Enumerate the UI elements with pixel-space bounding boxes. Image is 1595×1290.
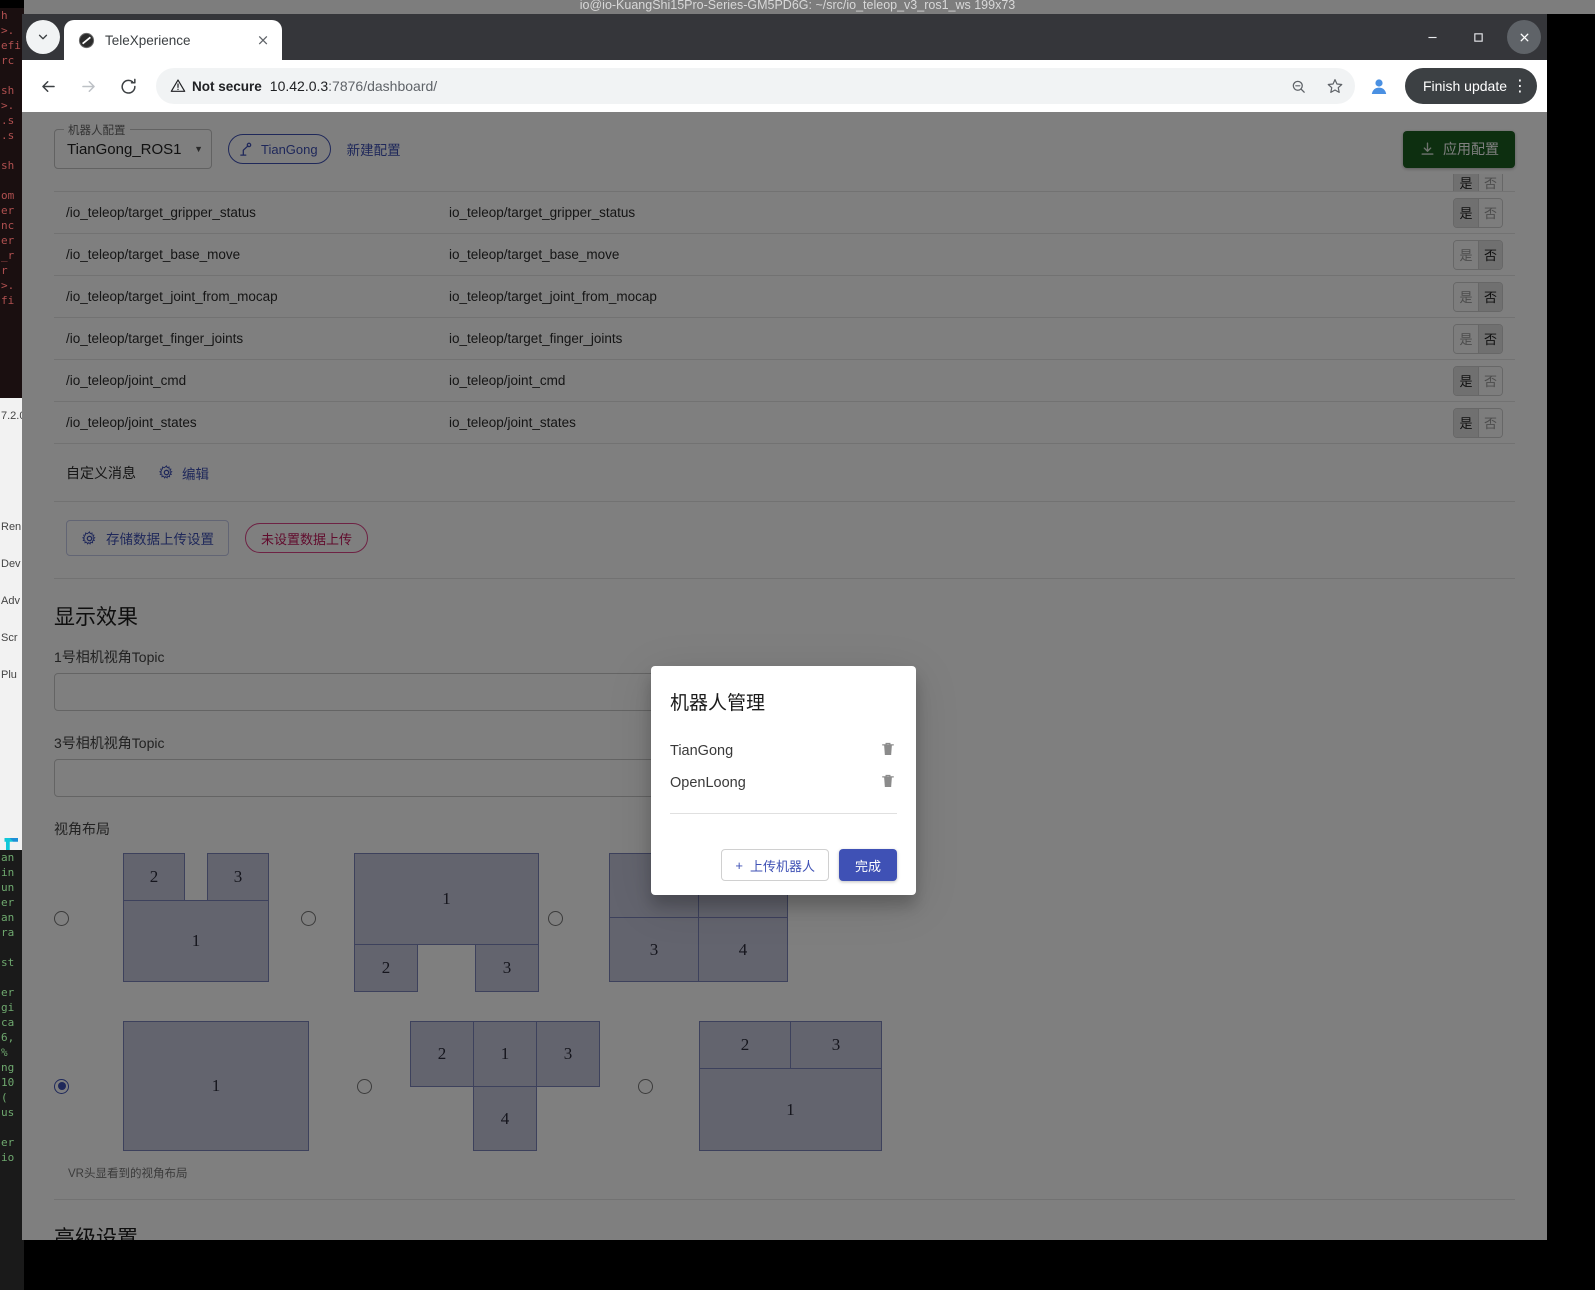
bookmark-button[interactable] bbox=[1321, 72, 1349, 100]
security-indicator[interactable]: Not secure bbox=[170, 78, 262, 94]
minimize-icon bbox=[1427, 36, 1437, 38]
browser-toolbar: Not secure 10.42.0.3:7876/dashboard/ Fin… bbox=[22, 60, 1547, 112]
robot-management-dialog: 机器人管理 TianGong OpenLoong + 上传机器人 完成 bbox=[651, 666, 916, 895]
window-close-button[interactable] bbox=[1507, 20, 1541, 54]
warning-triangle-icon bbox=[170, 79, 186, 92]
upload-robot-label: 上传机器人 bbox=[749, 858, 815, 874]
finish-update-button[interactable]: Finish update ⋮ bbox=[1404, 68, 1537, 104]
robot-list: TianGong OpenLoong bbox=[670, 735, 897, 799]
browser-menu-icon[interactable]: ⋮ bbox=[1509, 78, 1531, 94]
page-viewport: 机器人配置 TianGong_ROS1 ▼ TianGong 新建配置 bbox=[22, 112, 1547, 1240]
site-favicon-icon bbox=[78, 32, 95, 48]
finish-update-label: Finish update bbox=[1422, 78, 1507, 94]
done-button[interactable]: 完成 bbox=[838, 849, 897, 881]
plus-icon: + bbox=[735, 857, 743, 873]
security-label: Not secure bbox=[192, 78, 262, 94]
window-maximize-button[interactable] bbox=[1457, 17, 1499, 57]
robot-name: OpenLoong bbox=[670, 775, 746, 791]
list-item: TianGong bbox=[670, 735, 897, 767]
zoom-out-icon bbox=[1293, 80, 1306, 93]
upload-robot-button[interactable]: + 上传机器人 bbox=[721, 849, 829, 881]
tab-title: TeleXperience bbox=[105, 32, 191, 48]
trash-icon[interactable] bbox=[879, 740, 897, 758]
url-text: 10.42.0.3:7876/dashboard/ bbox=[270, 78, 1277, 94]
background-terminal-bottom: an in un er an ra st er gi ca 6, % ng 10… bbox=[0, 850, 24, 1290]
chevron-down-icon bbox=[38, 34, 48, 40]
url-path: :7876/dashboard/ bbox=[328, 78, 438, 94]
address-bar[interactable]: Not secure 10.42.0.3:7876/dashboard/ bbox=[156, 68, 1355, 104]
back-arrow-icon bbox=[41, 80, 55, 92]
forward-button[interactable] bbox=[70, 68, 106, 104]
window-controls bbox=[1411, 14, 1547, 60]
close-icon bbox=[1520, 33, 1528, 41]
back-button[interactable] bbox=[30, 68, 66, 104]
window-minimize-button[interactable] bbox=[1411, 17, 1453, 57]
forward-arrow-icon bbox=[81, 80, 95, 92]
list-item: OpenLoong bbox=[670, 767, 897, 799]
dialog-title: 机器人管理 bbox=[670, 693, 766, 714]
profile-avatar-icon bbox=[1371, 79, 1387, 94]
terminal-window-title: io@io-KuangShi15Pro-Series-GM5PD6G: ~/sr… bbox=[579, 0, 1016, 12]
trash-icon[interactable] bbox=[879, 772, 897, 790]
tab-strip: TeleXperience × bbox=[22, 14, 1547, 60]
reload-button[interactable] bbox=[110, 68, 146, 104]
reload-icon bbox=[120, 78, 136, 94]
tab-telexperience[interactable]: TeleXperience × bbox=[64, 20, 282, 60]
url-host: 10.42.0.3 bbox=[269, 78, 329, 94]
tab-close-icon[interactable]: × bbox=[254, 31, 272, 49]
star-icon bbox=[1327, 79, 1343, 93]
background-app-sidebar: 7.2.0 Ren Dev Adv Scr Plu bbox=[0, 398, 24, 858]
browser-window: TeleXperience × Not secure 10.42.0.3:787… bbox=[22, 14, 1547, 1240]
tab-search-button[interactable] bbox=[26, 20, 60, 54]
delete-robot-button[interactable] bbox=[879, 740, 897, 762]
maximize-icon bbox=[1473, 32, 1483, 42]
dialog-actions: + 上传机器人 完成 bbox=[670, 814, 897, 881]
zoom-out-button[interactable] bbox=[1285, 72, 1313, 100]
robot-name: TianGong bbox=[670, 743, 734, 759]
profile-button[interactable] bbox=[1363, 70, 1395, 102]
delete-robot-button[interactable] bbox=[879, 772, 897, 794]
